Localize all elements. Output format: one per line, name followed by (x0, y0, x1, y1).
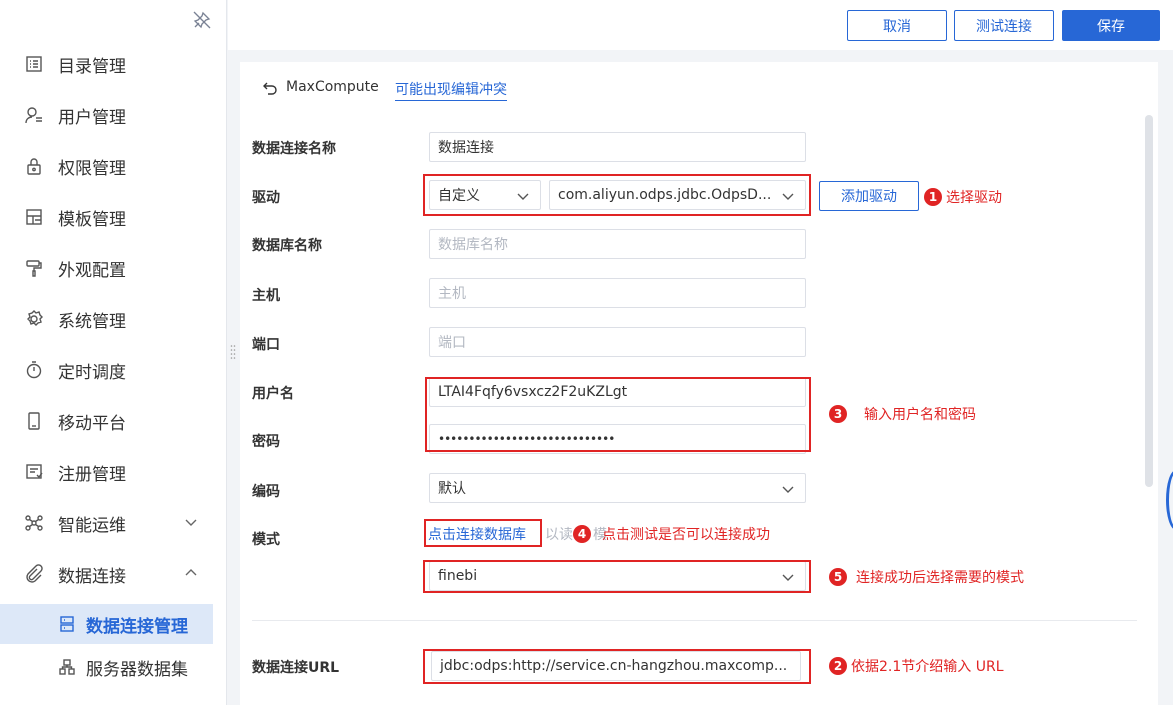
annotation-text: 依据2.1节介绍输入 URL (851, 659, 1004, 675)
dataset-icon (59, 659, 75, 675)
driver-label: 驱动 (252, 190, 280, 206)
annotation-number: 3 (829, 405, 847, 423)
connection-url-label: 数据连接URL (252, 660, 340, 676)
sidebar-item-label: 注册管理 (58, 464, 126, 485)
annotation-text: 输入用户名和密码 (864, 407, 976, 423)
sidebar-item-label: 系统管理 (58, 311, 126, 332)
gear-icon (27, 310, 43, 326)
annotation-text: 连接成功后选择需要的模式 (856, 570, 1024, 586)
sidebar-item-users[interactable]: 用户管理 (0, 90, 227, 140)
user-icon (25, 107, 42, 124)
annotation-box-url (423, 649, 811, 684)
paint-roller-icon (26, 260, 42, 277)
chevron-up-icon (185, 569, 197, 576)
sidebar-item-label: 权限管理 (58, 158, 126, 179)
sidebar-item-registration[interactable]: 注册管理 (0, 447, 227, 497)
sidebar-item-label: 外观配置 (58, 260, 126, 281)
username-label: 用户名 (252, 386, 294, 402)
timer-icon (26, 361, 42, 379)
sidebar-item-label: 定时调度 (58, 362, 126, 383)
sidebar-subitem-label: 服务器数据集 (86, 659, 188, 680)
link-icon (26, 564, 43, 583)
sidebar-item-label: 移动平台 (58, 413, 126, 434)
sidebar-item-label: 数据连接 (58, 566, 126, 587)
annotation-box-driver (423, 174, 811, 216)
back-arrow-icon[interactable] (262, 80, 278, 96)
sidebar-item-ops[interactable]: 智能运维 (0, 498, 227, 548)
sidebar-item-templates[interactable]: 模板管理 (0, 192, 227, 242)
host-input[interactable]: 主机 (429, 278, 806, 308)
connection-type-title: MaxCompute (286, 79, 379, 95)
chevron-down-icon (185, 519, 197, 526)
scrollbar[interactable] (1145, 115, 1153, 487)
annotation-box-connect (424, 519, 542, 547)
sidebar-item-label: 模板管理 (58, 209, 126, 230)
encoding-value: 默认 (438, 481, 466, 497)
sidebar-item-permissions[interactable]: 权限管理 (0, 141, 227, 191)
sidebar-item-mobile[interactable]: 移动平台 (0, 396, 227, 446)
sidebar-item-catalog[interactable]: 目录管理 (0, 39, 227, 89)
edit-conflict-link[interactable]: 可能出现编辑冲突 (395, 79, 507, 101)
sidebar-item-label: 用户管理 (58, 107, 126, 128)
database-icon (60, 616, 74, 632)
annotation-number: 1 (924, 188, 942, 206)
register-icon (26, 464, 43, 479)
pin-icon[interactable] (192, 10, 212, 30)
database-name-label: 数据库名称 (252, 238, 322, 254)
floating-assistant-icon[interactable] (1166, 470, 1173, 530)
annotation-number: 4 (573, 525, 591, 543)
lock-icon (27, 158, 41, 175)
sidebar-subitem-label: 数据连接管理 (86, 616, 188, 637)
sidebar: 目录管理 用户管理 权限管理 模板管理 外观配置 系统管理 定时调度 移动平台 … (0, 0, 227, 705)
sidebar-item-label: 智能运维 (58, 515, 126, 536)
sidebar-item-appearance[interactable]: 外观配置 (0, 243, 227, 293)
sidebar-item-schedule[interactable]: 定时调度 (0, 345, 227, 395)
connection-name-label: 数据连接名称 (252, 141, 336, 157)
host-label: 主机 (252, 288, 280, 304)
catalog-icon (26, 56, 42, 72)
annotation-box-credentials (425, 377, 811, 452)
add-driver-button[interactable]: 添加驱动 (819, 181, 919, 211)
schema-hint-text: 以读 (545, 527, 573, 543)
database-name-input[interactable]: 数据库名称 (429, 229, 806, 259)
test-connection-button[interactable]: 测试连接 (954, 10, 1054, 41)
annotation-text: 选择驱动 (946, 190, 1002, 206)
schema-label: 模式 (252, 532, 280, 548)
encoding-select[interactable]: 默认 (429, 473, 806, 503)
chevron-down-icon (782, 486, 794, 493)
save-button[interactable]: 保存 (1062, 10, 1160, 41)
password-label: 密码 (252, 434, 280, 450)
ops-icon (25, 515, 43, 531)
port-label: 端口 (252, 337, 280, 353)
annotation-text: 点击测试是否可以连接成功 (602, 527, 770, 543)
sidebar-item-data-connection[interactable]: 数据连接 (0, 549, 227, 599)
annotation-number: 5 (829, 568, 847, 586)
sidebar-item-label: 目录管理 (58, 56, 126, 77)
section-divider (252, 620, 1137, 621)
template-icon (26, 209, 42, 225)
port-input[interactable]: 端口 (429, 327, 806, 357)
annotation-number: 2 (829, 657, 847, 675)
resize-handle-icon[interactable] (230, 344, 236, 360)
connection-name-input[interactable]: 数据连接 (429, 132, 806, 162)
sidebar-subitem-data-connection-management[interactable]: 数据连接管理 (0, 604, 213, 644)
mobile-icon (28, 412, 40, 430)
sidebar-item-system[interactable]: 系统管理 (0, 294, 227, 344)
sidebar-subitem-server-dataset[interactable]: 服务器数据集 (0, 647, 227, 687)
annotation-box-schema (423, 560, 811, 593)
encoding-label: 编码 (252, 484, 280, 500)
cancel-button[interactable]: 取消 (847, 10, 947, 41)
